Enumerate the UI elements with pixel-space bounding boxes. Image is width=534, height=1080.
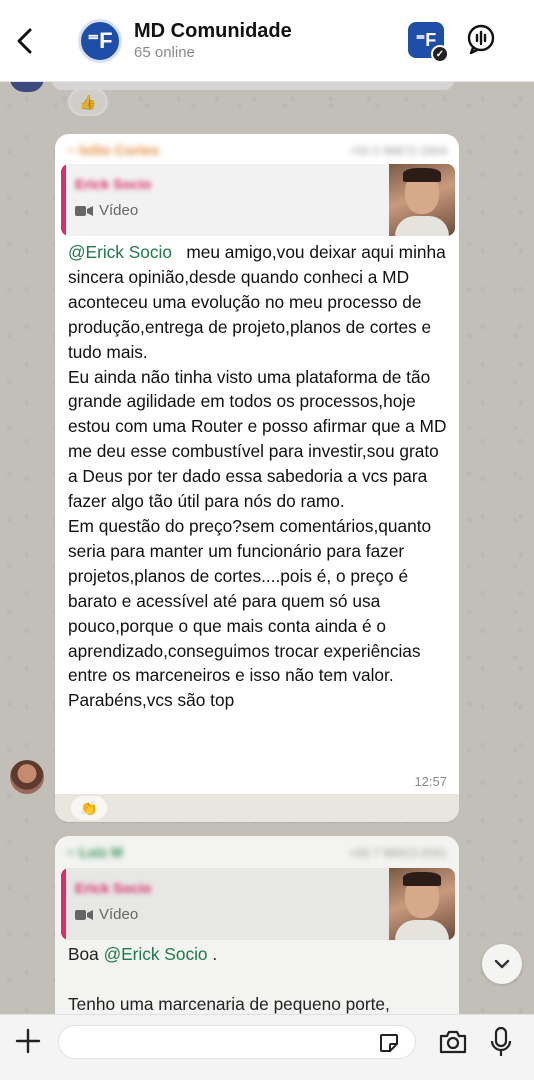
mention-link[interactable]: @Erick Socio: [68, 242, 172, 262]
thumbnail-hair: [403, 168, 441, 182]
group-avatar-glyph: ⁼F: [87, 28, 113, 53]
verified-badge-icon: ✓: [431, 45, 449, 63]
plus-icon[interactable]: [14, 1027, 42, 1055]
thumbnail-shirt: [395, 216, 449, 236]
greeting-suffix: .: [207, 944, 218, 964]
scroll-down-button[interactable]: [482, 944, 522, 984]
quoted-sender: Erick Socio: [75, 880, 152, 896]
reaction-badge[interactable]: 👏: [71, 796, 107, 820]
chevron-down-icon: [494, 959, 510, 969]
thumbnail-shirt: [395, 920, 449, 940]
sticker-icon[interactable]: [378, 1032, 400, 1054]
video-thumbnail: [389, 868, 455, 940]
quoted-message[interactable]: Erick Socio Vídeo: [61, 868, 455, 940]
quoted-media-label: Vídeo: [75, 202, 138, 219]
sender-name[interactable]: ~ Ivilio Cortes: [67, 142, 159, 158]
message-time: 12:57: [414, 774, 447, 789]
video-icon: [75, 205, 93, 216]
quoted-type: Vídeo: [99, 906, 139, 923]
camera-icon[interactable]: [438, 1029, 468, 1055]
message-composer: [0, 1014, 534, 1080]
message-bubble[interactable]: ~ Ivilio Cortes +55 0 98872-2604 Erick S…: [55, 134, 459, 822]
mic-icon[interactable]: [490, 1026, 512, 1058]
thumbnail-hair: [403, 872, 441, 886]
sender-avatar[interactable]: [10, 760, 44, 794]
message-text: Boa @Erick Socio .: [68, 944, 217, 965]
quote-accent-bar: [61, 164, 66, 236]
sender-phone: +55 0 98872-2604: [349, 144, 447, 158]
reaction-strip: 👏: [55, 794, 459, 822]
mention-link[interactable]: @Erick Socio: [104, 944, 208, 964]
sender-row: ~ Ivilio Cortes +55 0 98872-2604: [67, 142, 447, 162]
video-thumbnail: [389, 164, 455, 236]
greeting-prefix: Boa: [68, 944, 104, 964]
group-avatar[interactable]: ⁼F: [78, 19, 122, 63]
clap-icon: 👏: [80, 799, 98, 816]
message-body: meu amigo,vou deixar aqui minha sincera …: [68, 242, 447, 711]
quoted-message[interactable]: Erick Socio Vídeo: [61, 164, 455, 236]
community-badge-icon[interactable]: ⁼F ✓: [408, 22, 449, 63]
chat-header: ⁼F MD Comunidade 65 online ⁼F ✓: [0, 0, 534, 82]
video-icon: [75, 909, 93, 920]
chat-title: MD Comunidade: [134, 20, 292, 42]
quoted-type: Vídeo: [99, 202, 139, 219]
sender-phone: +55 7 98923-2041: [349, 846, 447, 860]
message-text-line: Tenho uma marcenaria de pequeno porte,: [68, 994, 390, 1014]
back-arrow-icon[interactable]: [12, 24, 38, 58]
chat-title-block[interactable]: MD Comunidade 65 online: [134, 20, 292, 61]
quoted-media-label: Vídeo: [75, 906, 138, 923]
voice-chat-icon[interactable]: [466, 24, 496, 54]
next-message-bubble[interactable]: ~ Luiz M +55 7 98923-2041 Erick Socio Ví…: [55, 836, 459, 1036]
message-text: @Erick Socio meu amigo,vou deixar aqui m…: [68, 240, 452, 713]
sender-name[interactable]: ~ Luiz M: [67, 844, 123, 860]
online-count: 65 online: [134, 44, 195, 61]
quote-accent-bar: [61, 868, 66, 940]
quoted-sender: Erick Socio: [75, 176, 152, 192]
message-input[interactable]: [58, 1025, 416, 1059]
